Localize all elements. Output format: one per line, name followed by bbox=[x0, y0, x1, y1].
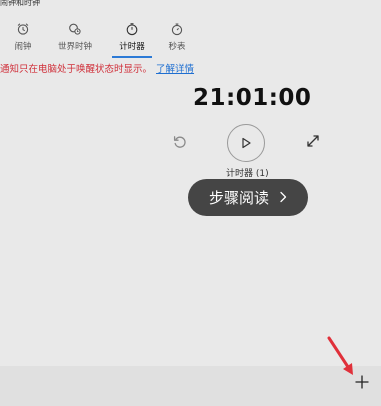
notification-notice: 通知只在电脑处于唤醒状态时显示。 了解详情 bbox=[0, 61, 194, 75]
play-button[interactable] bbox=[227, 124, 265, 162]
timer-icon bbox=[125, 20, 139, 36]
tab-world-clock-label: 世界时钟 bbox=[57, 42, 92, 52]
notice-text: 通知只在电脑处于唤醒状态时显示。 bbox=[0, 64, 153, 75]
tab-timer[interactable]: 计时器 bbox=[110, 20, 154, 58]
chevron-right-icon bbox=[279, 188, 287, 207]
plus-icon bbox=[355, 374, 369, 393]
bottom-command-bar bbox=[0, 366, 381, 406]
tab-world-clock[interactable]: 世界时钟 bbox=[56, 20, 94, 56]
alarm-icon bbox=[16, 20, 30, 36]
learn-more-link[interactable]: 了解详情 bbox=[156, 64, 194, 75]
world-clock-icon bbox=[68, 20, 82, 36]
reset-icon bbox=[172, 134, 188, 154]
play-icon bbox=[240, 134, 252, 153]
tab-stopwatch-label: 秒表 bbox=[168, 42, 186, 52]
reset-button[interactable] bbox=[171, 135, 189, 153]
active-tab-indicator bbox=[112, 56, 152, 58]
timer-time: 21:01:00 bbox=[193, 85, 312, 111]
timer-name: 计时器 (1) bbox=[226, 169, 269, 178]
stopwatch-icon bbox=[170, 20, 184, 36]
tab-bar: 闹钟 世界时钟 计时器 秒表 bbox=[0, 20, 381, 58]
expand-button[interactable] bbox=[304, 134, 322, 152]
tab-stopwatch[interactable]: 秒表 bbox=[165, 20, 189, 56]
app-title: 闹钟和时钟 bbox=[0, 0, 40, 7]
step-reading-button[interactable]: 步骤阅读 bbox=[188, 179, 308, 216]
step-reading-label: 步骤阅读 bbox=[208, 189, 269, 207]
add-timer-button[interactable] bbox=[351, 372, 373, 394]
expand-icon bbox=[305, 133, 321, 153]
tab-alarm[interactable]: 闹钟 bbox=[10, 20, 36, 56]
tab-alarm-label: 闹钟 bbox=[14, 42, 32, 52]
tab-timer-label: 计时器 bbox=[119, 42, 145, 52]
